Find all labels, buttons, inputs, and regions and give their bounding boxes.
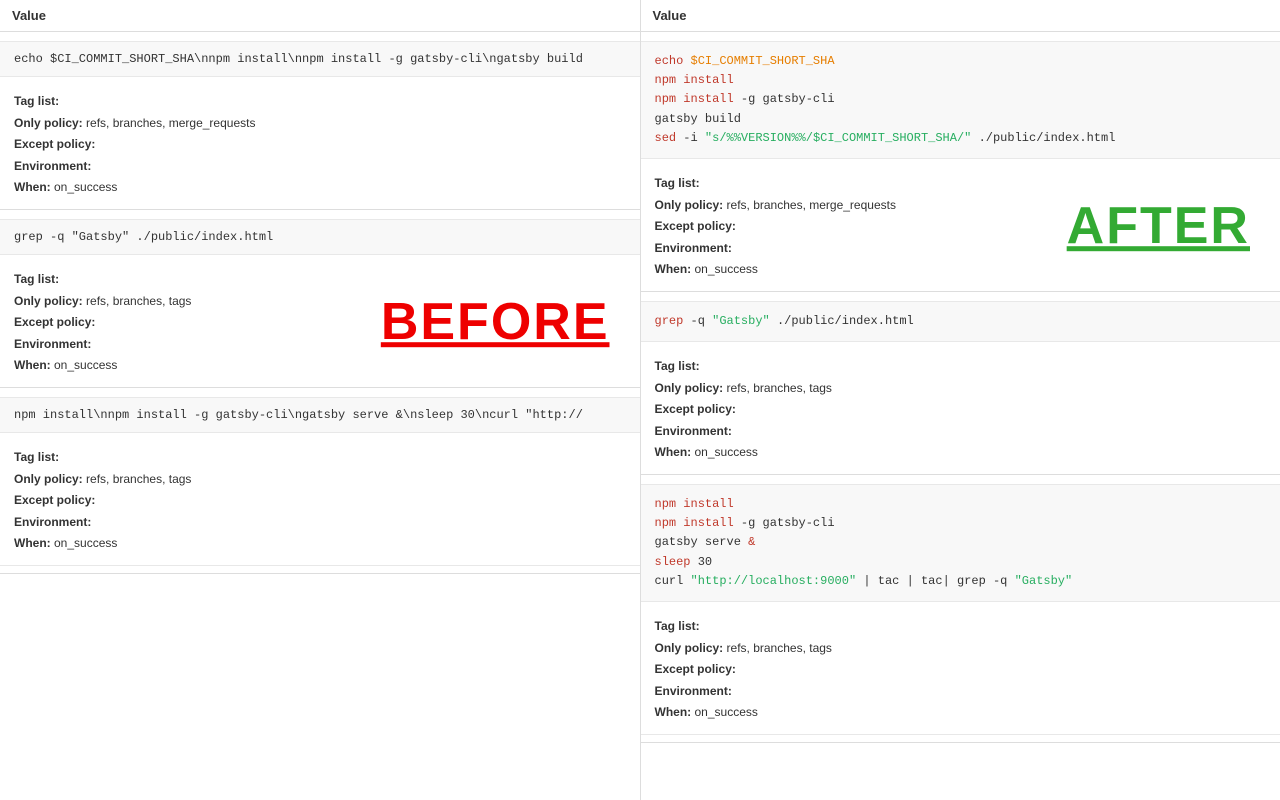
r-environment-label-3: Environment: (655, 684, 732, 698)
right-meta-2: Tag list: Only policy: refs, branches, t… (641, 346, 1280, 474)
left-header: Value (0, 0, 640, 32)
right-section-3: npm install npm install -g gatsby-cli ga… (641, 475, 1280, 743)
right-section-2: grep -q "Gatsby" ./public/index.html Tag… (641, 292, 1280, 475)
before-label: BEFORE (381, 276, 610, 370)
right-code-3: npm install npm install -g gatsby-cli ga… (641, 485, 1280, 602)
left-meta-2: Tag list: Only policy: refs, branches, t… (0, 259, 640, 387)
r-when-value-2: on_success (695, 445, 758, 459)
only-policy-value-2: refs, branches, tags (86, 294, 191, 308)
only-policy-value: refs, branches, merge_requests (86, 116, 255, 130)
right-meta-3: Tag list: Only policy: refs, branches, t… (641, 606, 1280, 734)
r-tag-list-label: Tag list: (655, 176, 700, 190)
tag-list-label-2: Tag list: (14, 272, 59, 286)
only-policy-label: Only policy: (14, 116, 83, 130)
r-when-label-2: When: (655, 445, 692, 459)
tag-list-label: Tag list: (14, 94, 59, 108)
r-except-policy-label-3: Except policy: (655, 662, 736, 676)
environment-label-2: Environment: (14, 337, 91, 351)
when-label-2: When: (14, 358, 51, 372)
when-value-2: on_success (54, 358, 117, 372)
r-environment-label-2: Environment: (655, 424, 732, 438)
when-label: When: (14, 180, 51, 194)
left-meta-1: Tag list: Only policy: refs, branches, m… (0, 81, 640, 209)
r-only-policy-value-2: refs, branches, tags (727, 381, 832, 395)
right-header: Value (641, 0, 1280, 32)
left-section-2: grep -q "Gatsby" ./public/index.html Tag… (0, 210, 640, 388)
tag-list-label-3: Tag list: (14, 450, 59, 464)
r-only-policy-label: Only policy: (655, 198, 724, 212)
r-tag-list-label-3: Tag list: (655, 619, 700, 633)
only-policy-value-3: refs, branches, tags (86, 472, 191, 486)
right-header-text: Value (653, 8, 687, 23)
except-policy-label: Except policy: (14, 137, 95, 151)
left-panel: Value echo $CI_COMMIT_SHORT_SHA\nnpm ins… (0, 0, 641, 800)
right-code-1: echo $CI_COMMIT_SHORT_SHA npm install np… (641, 42, 1280, 159)
after-label: AFTER (1067, 180, 1250, 274)
r-only-policy-label-3: Only policy: (655, 641, 724, 655)
r-environment-label: Environment: (655, 241, 732, 255)
left-header-text: Value (12, 8, 46, 23)
r-only-policy-value-3: refs, branches, tags (727, 641, 832, 655)
environment-label: Environment: (14, 159, 91, 173)
when-value-3: on_success (54, 536, 117, 550)
r-when-label: When: (655, 262, 692, 276)
right-meta-1: Tag list: Only policy: refs, branches, m… (641, 163, 1280, 291)
left-section-1: echo $CI_COMMIT_SHORT_SHA\nnpm install\n… (0, 32, 640, 210)
r-except-policy-label: Except policy: (655, 219, 736, 233)
r-when-label-3: When: (655, 705, 692, 719)
r-only-policy-label-2: Only policy: (655, 381, 724, 395)
r-except-policy-label-2: Except policy: (655, 402, 736, 416)
except-policy-label-2: Except policy: (14, 315, 95, 329)
left-section-3: npm install\nnpm install -g gatsby-cli\n… (0, 388, 640, 574)
only-policy-label-3: Only policy: (14, 472, 83, 486)
r-when-value-3: on_success (695, 705, 758, 719)
r-tag-list-label-2: Tag list: (655, 359, 700, 373)
left-meta-3: Tag list: Only policy: refs, branches, t… (0, 437, 640, 565)
left-code-3: npm install\nnpm install -g gatsby-cli\n… (0, 398, 640, 433)
left-code-1: echo $CI_COMMIT_SHORT_SHA\nnpm install\n… (0, 42, 640, 77)
right-section-1: echo $CI_COMMIT_SHORT_SHA npm install np… (641, 32, 1280, 292)
left-code-2: grep -q "Gatsby" ./public/index.html (0, 220, 640, 255)
environment-label-3: Environment: (14, 515, 91, 529)
when-label-3: When: (14, 536, 51, 550)
right-panel: Value echo $CI_COMMIT_SHORT_SHA npm inst… (641, 0, 1280, 800)
right-code-2: grep -q "Gatsby" ./public/index.html (641, 302, 1280, 342)
except-policy-label-3: Except policy: (14, 493, 95, 507)
r-when-value: on_success (695, 262, 758, 276)
r-only-policy-value: refs, branches, merge_requests (727, 198, 896, 212)
when-value: on_success (54, 180, 117, 194)
only-policy-label-2: Only policy: (14, 294, 83, 308)
